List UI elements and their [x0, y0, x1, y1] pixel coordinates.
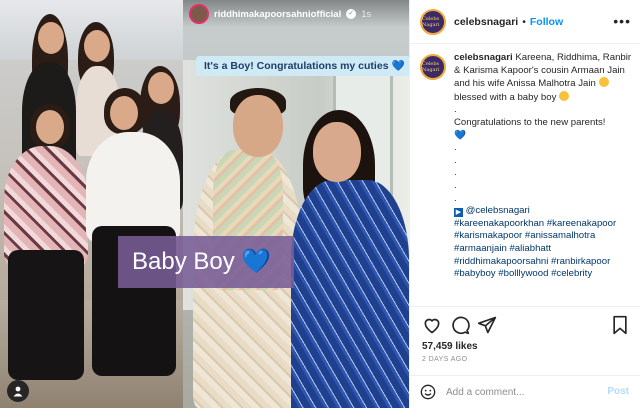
- person-legs: [8, 250, 84, 380]
- caption-text-2: blessed with a baby boy: [454, 91, 557, 103]
- story-header: riddhimakapoorsahniofficial ✓ 1s: [183, 0, 409, 28]
- hashtag-line[interactable]: #karismakapoor #anissamalhotra: [454, 230, 633, 243]
- follow-button[interactable]: Follow: [530, 16, 563, 28]
- person-face: [38, 22, 64, 54]
- man-face: [233, 95, 283, 157]
- caption-dot: .: [454, 167, 457, 179]
- mention-link[interactable]: @celebsnagari: [466, 205, 530, 216]
- more-options-icon[interactable]: •••: [613, 13, 631, 29]
- post-timestamp[interactable]: 2 DAYS AGO: [422, 356, 468, 363]
- header-username[interactable]: celebsnagari: [454, 16, 518, 28]
- save-bookmark-icon[interactable]: [610, 315, 630, 335]
- mention-line: ▶ @celebsnagari: [454, 205, 633, 218]
- caption-body: celebsnagari Kareena, Riddhima, Ranbir &…: [454, 52, 633, 104]
- caption-area[interactable]: Celebs Nagari celebsnagari Kareena, Ridd…: [410, 44, 640, 306]
- play-button-emoji-icon: ▶: [454, 208, 463, 218]
- comment-icon[interactable]: [450, 315, 470, 335]
- verified-badge-icon: ✓: [346, 9, 357, 19]
- person-face: [84, 30, 110, 62]
- hashtag-line[interactable]: #babyboy #bolllywood #celebrity: [454, 268, 633, 281]
- post-header: Celebs Nagari celebsnagari • Follow •••: [410, 0, 640, 44]
- comment-bar: Post: [410, 375, 640, 408]
- share-icon[interactable]: [477, 315, 497, 335]
- avatar-logo-text: Celebs Nagari: [422, 61, 440, 73]
- avatar-logo-text: Celebs Nagari: [422, 15, 440, 28]
- separator-dot: •: [522, 15, 526, 28]
- person-face: [36, 110, 64, 144]
- caption-row: Celebs Nagari celebsnagari Kareena, Ridd…: [420, 52, 633, 281]
- hashtag-line[interactable]: #riddhimakapoorsahni #ranbirkapoor: [454, 256, 633, 269]
- post-media[interactable]: riddhimakapoorsahniofficial ✓ 1s It's a …: [0, 0, 409, 408]
- left-photo: [0, 0, 183, 408]
- story-avatar[interactable]: [189, 4, 209, 24]
- caption-dot: .: [454, 142, 457, 154]
- story-username[interactable]: riddhimakapoorsahniofficial: [214, 9, 341, 20]
- person-body: [4, 146, 88, 266]
- caption-avatar[interactable]: Celebs Nagari: [420, 54, 446, 80]
- person-face: [148, 72, 174, 104]
- comment-input[interactable]: [446, 386, 596, 398]
- baby-boy-overlay: Baby Boy 💙: [118, 236, 294, 288]
- person-face: [110, 96, 138, 130]
- story-time: 1s: [361, 8, 372, 20]
- heart-eyes-emoji-icon: [598, 77, 609, 88]
- hashtag-line[interactable]: #kareenakapoorkhan #kareenakapoor: [454, 218, 633, 231]
- avatar[interactable]: Celebs Nagari: [420, 8, 446, 35]
- emoji-picker-icon[interactable]: [420, 384, 436, 400]
- caption-dot: .: [454, 192, 457, 204]
- post-comment-button[interactable]: Post: [607, 386, 629, 397]
- caption-dot: .: [454, 179, 457, 191]
- caption-dot: .: [454, 104, 457, 116]
- likes-count[interactable]: 57,459 likes: [422, 341, 478, 352]
- like-heart-icon[interactable]: [422, 315, 442, 335]
- blue-heart-icon: 💙: [454, 129, 466, 141]
- woman-face: [313, 122, 361, 182]
- caption-text: celebsnagari Kareena, Riddhima, Ranbir &…: [454, 52, 633, 281]
- hashtag-line[interactable]: #armaanjain #aliabhatt: [454, 243, 633, 256]
- caption-username[interactable]: celebsnagari: [454, 52, 513, 63]
- action-bar: [410, 306, 640, 340]
- woman-saree: [291, 180, 409, 408]
- tagged-users-icon[interactable]: [7, 380, 29, 402]
- smiling-face-emoji-icon: [559, 90, 570, 101]
- caption-congrats: Congratulations to the new parents!: [454, 116, 606, 128]
- user-icon: [13, 386, 23, 397]
- story-caption: It's a Boy! Congratulations my cuties 💙: [196, 56, 409, 76]
- caption-dot: .: [454, 154, 457, 166]
- post-sidebar: Celebs Nagari celebsnagari • Follow ••• …: [409, 0, 640, 408]
